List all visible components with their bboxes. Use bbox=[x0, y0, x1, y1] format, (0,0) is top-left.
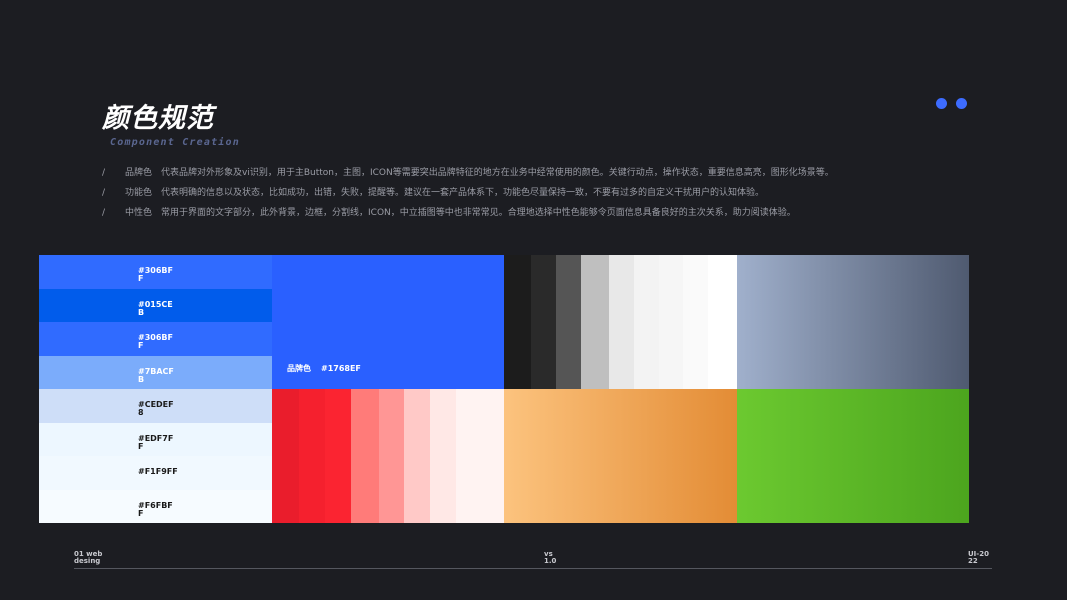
description-list: / 品牌色 代表品牌对外形象及vi识别，用于主Button，主图，ICON等需要… bbox=[102, 167, 932, 227]
main-brand-label: 品牌色 bbox=[287, 364, 311, 373]
swatch-code: #F6FBFF bbox=[138, 500, 173, 518]
description-term: 功能色 bbox=[125, 188, 153, 198]
description-term: 中性色 bbox=[125, 208, 153, 218]
neutral-swatch bbox=[504, 255, 531, 389]
description-item: / 品牌色 代表品牌对外形象及vi识别，用于主Button，主图，ICON等需要… bbox=[102, 167, 932, 187]
swatch-code: #015CEB bbox=[138, 299, 173, 317]
red-swatch bbox=[379, 389, 404, 523]
swatch-code: #7BACFB bbox=[138, 366, 174, 384]
slash-marker: / bbox=[102, 168, 106, 178]
page-subtitle: Component Creation bbox=[110, 137, 240, 148]
swatch-code: #F1F9FF bbox=[138, 467, 178, 476]
swatch-code: #EDF7FF bbox=[138, 433, 174, 451]
footer-left: 01 web desing bbox=[74, 550, 103, 565]
swatch-code: #CEDEF8 bbox=[138, 400, 174, 417]
description-item: / 功能色 代表明确的信息以及状态，比如成功，出错，失败，提醒等。建议在一套产品… bbox=[102, 187, 932, 207]
footer-right: UI-2022 bbox=[968, 550, 989, 565]
brand-swatch: #EDF7FF bbox=[39, 422, 272, 456]
neutral-swatch bbox=[708, 255, 737, 389]
red-swatch bbox=[272, 389, 299, 523]
description-term: 品牌色 bbox=[125, 168, 153, 178]
swatch-code: #306BFF bbox=[138, 333, 173, 350]
red-color-scale bbox=[272, 389, 504, 523]
dot-icon bbox=[956, 98, 967, 109]
red-swatch bbox=[430, 389, 456, 523]
main-brand-code: #1768EF bbox=[321, 364, 361, 373]
neutral-swatch bbox=[609, 255, 634, 389]
dot-icon bbox=[936, 98, 947, 109]
description-text: 代表明确的信息以及状态，比如成功，出错，失败，提醒等。建议在一套产品体系下，功能… bbox=[161, 188, 765, 198]
brand-swatch: #306BFF bbox=[39, 255, 272, 289]
color-palette: #306BFF #015CEB #306BFF #7BACFB #CEDEF8 … bbox=[39, 255, 969, 523]
brand-swatch: #F6FBFF bbox=[39, 489, 272, 523]
neutral-swatch bbox=[581, 255, 609, 389]
description-item: / 中性色 常用于界面的文字部分，此外背景，边框，分割线，ICON，中立插图等中… bbox=[102, 207, 932, 227]
neutral-swatch bbox=[634, 255, 659, 389]
brand-swatch: #CEDEF8 bbox=[39, 389, 272, 423]
brand-swatch: #306BFF bbox=[39, 322, 272, 356]
footer-divider bbox=[74, 568, 992, 569]
brand-swatch: #015CEB bbox=[39, 288, 272, 322]
gray-gradient-swatch bbox=[737, 255, 969, 389]
slash-marker: / bbox=[102, 208, 106, 218]
neutral-swatch bbox=[556, 255, 581, 389]
main-brand-swatch: 品牌色 #1768EF bbox=[272, 255, 504, 389]
slash-marker: / bbox=[102, 188, 106, 198]
red-swatch bbox=[404, 389, 430, 523]
neutral-swatch bbox=[659, 255, 683, 389]
brand-color-scale: #306BFF #015CEB #306BFF #7BACFB #CEDEF8 … bbox=[39, 255, 272, 523]
brand-swatch: #7BACFB bbox=[39, 355, 272, 389]
decorative-dots bbox=[936, 94, 976, 113]
green-gradient-swatch bbox=[737, 389, 969, 523]
neutral-swatch bbox=[683, 255, 708, 389]
brand-swatch: #F1F9FF bbox=[39, 456, 272, 490]
red-swatch bbox=[351, 389, 379, 523]
footer-version: vs1.0 bbox=[544, 550, 557, 565]
neutral-color-scale bbox=[504, 255, 737, 389]
red-swatch bbox=[325, 389, 351, 523]
red-swatch bbox=[456, 389, 504, 523]
orange-gradient-swatch bbox=[504, 389, 737, 523]
description-text: 代表品牌对外形象及vi识别，用于主Button，主图，ICON等需要突出品牌特征… bbox=[161, 168, 834, 178]
neutral-swatch bbox=[531, 255, 556, 389]
red-swatch bbox=[299, 389, 325, 523]
page-title: 颜色规范 bbox=[102, 103, 214, 134]
description-text: 常用于界面的文字部分，此外背景，边框，分割线，ICON，中立插图等中也非常常见。… bbox=[161, 208, 796, 218]
swatch-code: #306BFF bbox=[138, 266, 173, 283]
